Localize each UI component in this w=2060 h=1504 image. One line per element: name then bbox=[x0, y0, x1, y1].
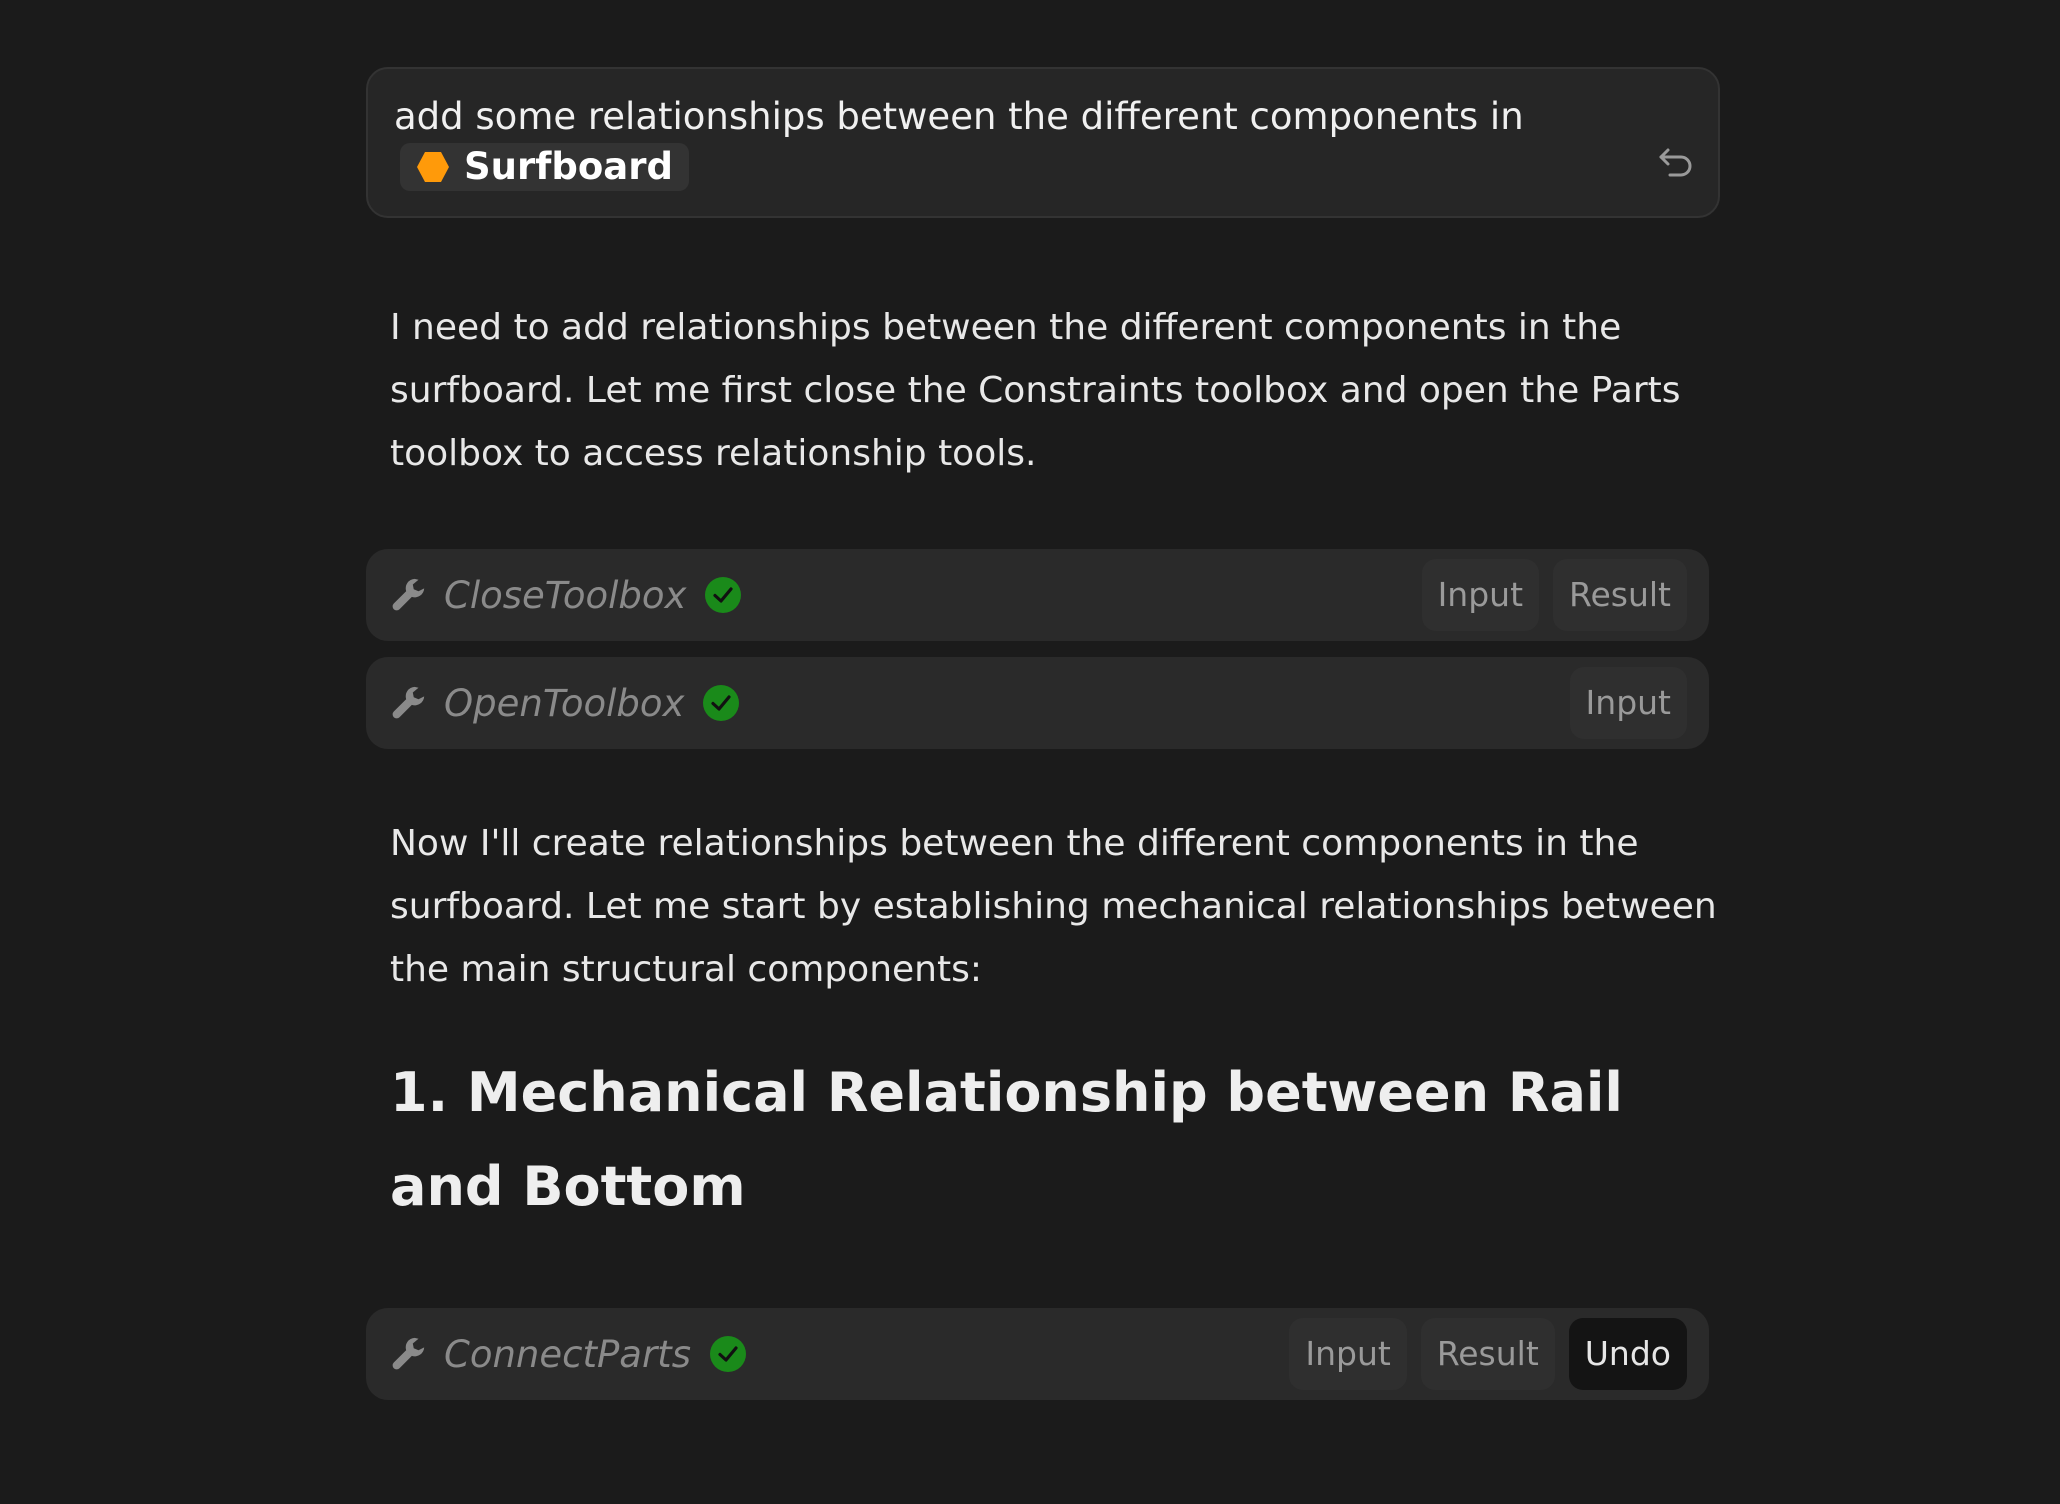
tool-input-button[interactable]: Input bbox=[1421, 559, 1540, 631]
assistant-paragraph: I need to add relationships between the … bbox=[390, 307, 1681, 474]
wrench-icon bbox=[392, 578, 425, 611]
wrench-icon bbox=[392, 686, 425, 719]
wrench-icon bbox=[392, 1337, 425, 1370]
undo-arrow-icon[interactable] bbox=[1656, 141, 1696, 181]
tool-name: CloseToolbox bbox=[444, 573, 687, 617]
tool-undo-button[interactable]: Undo bbox=[1568, 1318, 1687, 1390]
tool-call-row: CloseToolbox Input Result bbox=[366, 549, 1709, 641]
tool-result-button[interactable]: Result bbox=[1420, 1318, 1555, 1390]
success-check-icon bbox=[703, 685, 740, 721]
tool-name: OpenToolbox bbox=[444, 681, 685, 725]
user-prompt-bubble: add some relationships between the diffe… bbox=[366, 67, 1720, 218]
orange-hexagon-icon bbox=[417, 152, 449, 182]
tool-call-row: ConnectParts Input Result Undo bbox=[366, 1308, 1709, 1400]
tool-name: ConnectParts bbox=[444, 1332, 691, 1376]
tool-input-button[interactable]: Input bbox=[1289, 1318, 1407, 1390]
success-check-icon bbox=[705, 577, 742, 613]
component-chip[interactable]: Surfboard bbox=[400, 143, 689, 191]
chat-transcript: add some relationships between the diffe… bbox=[0, 0, 2060, 1504]
tool-call-row: OpenToolbox Input bbox=[366, 657, 1709, 749]
assistant-paragraph: Now I'll create relationships between th… bbox=[390, 823, 1717, 990]
component-chip-label: Surfboard bbox=[464, 145, 673, 188]
tool-input-button[interactable]: Input bbox=[1569, 667, 1687, 739]
user-prompt-text: add some relationships between the diffe… bbox=[394, 95, 1524, 138]
success-check-icon bbox=[709, 1336, 746, 1372]
section-heading: 1. Mechanical Relationship between Rail … bbox=[390, 1061, 1623, 1218]
tool-result-button[interactable]: Result bbox=[1553, 559, 1687, 631]
